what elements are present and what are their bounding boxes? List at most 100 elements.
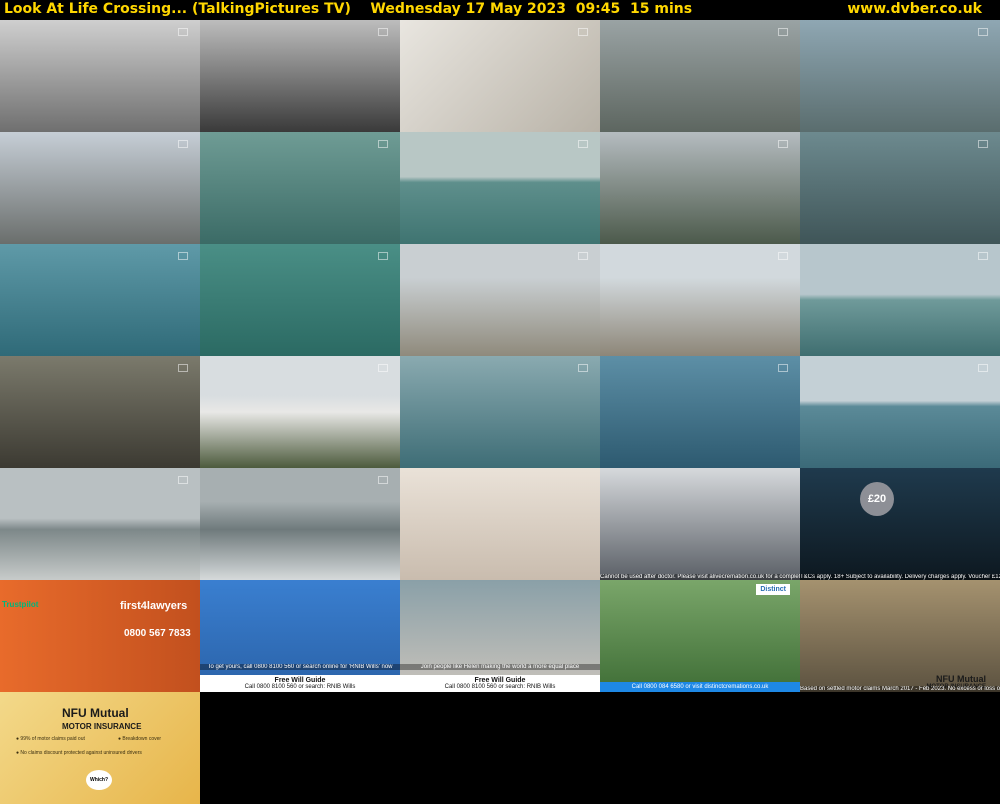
thumbnail-ad-distinct-cremations[interactable]: Distinct Call 0800 084 6580 or visit dist… — [600, 580, 800, 692]
channel-logo-icon — [978, 28, 988, 36]
ad-logo: Distinct — [756, 584, 790, 595]
thumbnail-sea-distant-boats[interactable] — [400, 132, 600, 244]
thumbnail-swimmer-open-water[interactable] — [400, 356, 600, 468]
title-bar: Look At Life Crossing... (TalkingPicture… — [0, 0, 1000, 20]
thumbnail-ad-nfu-cottage[interactable]: NFU Mutual MOTOR INSURANCE Based on settle… — [800, 580, 1000, 692]
thumbnail-caption: Join people like Helen making the world … — [400, 664, 600, 670]
ad-brand: first4lawyers — [120, 600, 188, 612]
thumbnail-image — [600, 244, 800, 356]
thumbnail-image — [200, 20, 400, 132]
thumbnail-ad-lawyers-presenter[interactable]: first4lawyers 0800 567 7833 Trustpilot — [0, 580, 200, 692]
ad-tagline: Trustpilot — [2, 600, 39, 609]
thumbnail-ad-rnib-book[interactable]: Free Will Guide Call 0800 8100 560 or sea… — [200, 580, 400, 692]
ad-brand: NFU Mutual — [936, 674, 986, 684]
ad-banner-text: Call 0800 084 6580 or visit distinctcrem… — [631, 684, 769, 690]
thumbnail-swimmer-greased-woman[interactable] — [800, 132, 1000, 244]
thumbnail-bw-cinema-entrance[interactable] — [200, 20, 400, 132]
ad-banner-text: Call 0800 8100 560 or search: RNIB Wills — [444, 684, 556, 690]
thumbnail-swimmer-goggles-cap[interactable] — [800, 20, 1000, 132]
ad-subtitle: MOTOR INSURANCE — [62, 722, 142, 731]
channel-logo-icon — [178, 140, 188, 148]
thumbnail-ad-rnib-couple[interactable]: Free Will Guide Call 0800 8100 560 or sea… — [400, 580, 600, 692]
thumbnail-caption: Based on settled motor claims March 2017… — [800, 686, 1000, 692]
thumbnail-ad-nfu-card[interactable]: NFU Mutual MOTOR INSURANCE Which? ● 99% of … — [0, 692, 200, 804]
thumbnail-image — [200, 132, 400, 244]
thumbnail-swimmer-green-sea[interactable] — [200, 244, 400, 356]
thumbnail-image — [200, 468, 400, 580]
thumbnail-swimmer-from-boat[interactable] — [600, 356, 800, 468]
thumbnail-image — [600, 468, 800, 580]
thumbnail-image — [600, 132, 800, 244]
thumbnail-motorboat-sea[interactable] — [200, 132, 400, 244]
thumbnail-bw-three-men[interactable] — [0, 20, 200, 132]
thumbnail-ad-lottery-women[interactable]: £20 T&Cs apply. 18+ Subject to availabili… — [800, 468, 1000, 580]
channel-logo-icon — [178, 364, 188, 372]
channel-logo-icon — [178, 476, 188, 484]
ad-banner-title: Free Will Guide — [474, 677, 526, 684]
channel-logo-icon — [578, 364, 588, 372]
thumbnail-image — [200, 244, 400, 356]
thumbnail-white-house[interactable] — [200, 356, 400, 468]
thumbnail-image — [400, 20, 600, 132]
ad-banner-title: Free Will Guide — [274, 677, 326, 684]
thumbnail-image — [600, 580, 800, 692]
channel-logo-icon — [378, 364, 388, 372]
thumbnail-men-by-harbour-wall[interactable] — [600, 132, 800, 244]
thumbnail-sea-ship-horizon[interactable] — [800, 356, 1000, 468]
ad-banner: Free Will Guide Call 0800 8100 560 or sea… — [200, 675, 400, 692]
thumbnail-men-close-up-rope[interactable] — [0, 356, 200, 468]
thumbnail-image — [400, 244, 600, 356]
channel-logo-icon — [778, 28, 788, 36]
channel-logo-icon — [978, 140, 988, 148]
thumbnail-ad-man-talking[interactable]: Cannot be used after doctor. Please visi… — [600, 468, 800, 580]
ad-point: ● 99% of motor claims paid out — [16, 736, 85, 742]
channel-logo-icon — [378, 252, 388, 260]
thumbnail-helicopter-sea[interactable] — [800, 244, 1000, 356]
channel-logo-icon — [978, 364, 988, 372]
programme-title: Look At Life Crossing... (TalkingPicture… — [4, 1, 693, 17]
channel-logo-icon — [778, 140, 788, 148]
thumbnail-ad-couple-bedroom[interactable] — [400, 468, 600, 580]
channel-logo-icon — [378, 28, 388, 36]
channel-logo-icon — [578, 252, 588, 260]
channel-logo-icon — [378, 476, 388, 484]
thumbnail-image — [400, 356, 600, 468]
thumbnail-image — [800, 20, 1000, 132]
channel-logo-icon — [778, 252, 788, 260]
channel-logo-icon — [978, 252, 988, 260]
thumbnail-swimmer-close-up[interactable] — [0, 244, 200, 356]
thumbnail-street-parked-cars[interactable] — [0, 132, 200, 244]
ad-badge: Which? — [86, 770, 112, 790]
thumbnail-caption: To get yours, call 0800 8100 560 or sear… — [200, 664, 400, 670]
ad-badge: £20 — [860, 482, 894, 516]
thumbnail-grey-waves[interactable] — [0, 468, 200, 580]
site-link[interactable]: www.dvber.co.uk — [847, 1, 982, 17]
thumbnail-image — [0, 132, 200, 244]
ad-point: ● Breakdown cover — [118, 736, 162, 742]
thumbnail-image — [0, 244, 200, 356]
ad-banner: Call 0800 084 6580 or visit distinctcrem… — [600, 682, 800, 692]
thumbnail-overhead-couple-white-floor[interactable] — [400, 20, 600, 132]
thumbnail-beach-crowd-flag[interactable] — [400, 244, 600, 356]
thumbnail-grey-surf[interactable] — [200, 468, 400, 580]
ad-brand: NFU Mutual — [62, 706, 129, 720]
thumbnail-image — [0, 468, 200, 580]
thumbnail-image — [400, 468, 600, 580]
channel-logo-icon — [578, 140, 588, 148]
thumbnail-image — [800, 468, 1000, 580]
ad-point: ● No claims discount protected against u… — [16, 750, 142, 756]
thumbnail-beach-crowd-running[interactable] — [600, 244, 800, 356]
thumbnail-white-cliffs[interactable] — [600, 20, 800, 132]
channel-logo-icon — [578, 28, 588, 36]
thumbnail-image — [800, 356, 1000, 468]
channel-logo-icon — [778, 364, 788, 372]
ad-banner: Free Will Guide Call 0800 8100 560 or sea… — [400, 675, 600, 692]
ad-phone: 0800 567 7833 — [124, 628, 191, 639]
thumbnail-image — [800, 244, 1000, 356]
thumbnail-image — [600, 356, 800, 468]
thumbnail-grid: Cannot be used after doctor. Please visi… — [0, 20, 1000, 804]
thumbnail-image — [0, 356, 200, 468]
thumbnail-image — [600, 20, 800, 132]
thumbnail-image — [0, 20, 200, 132]
thumbnail-image — [200, 356, 400, 468]
